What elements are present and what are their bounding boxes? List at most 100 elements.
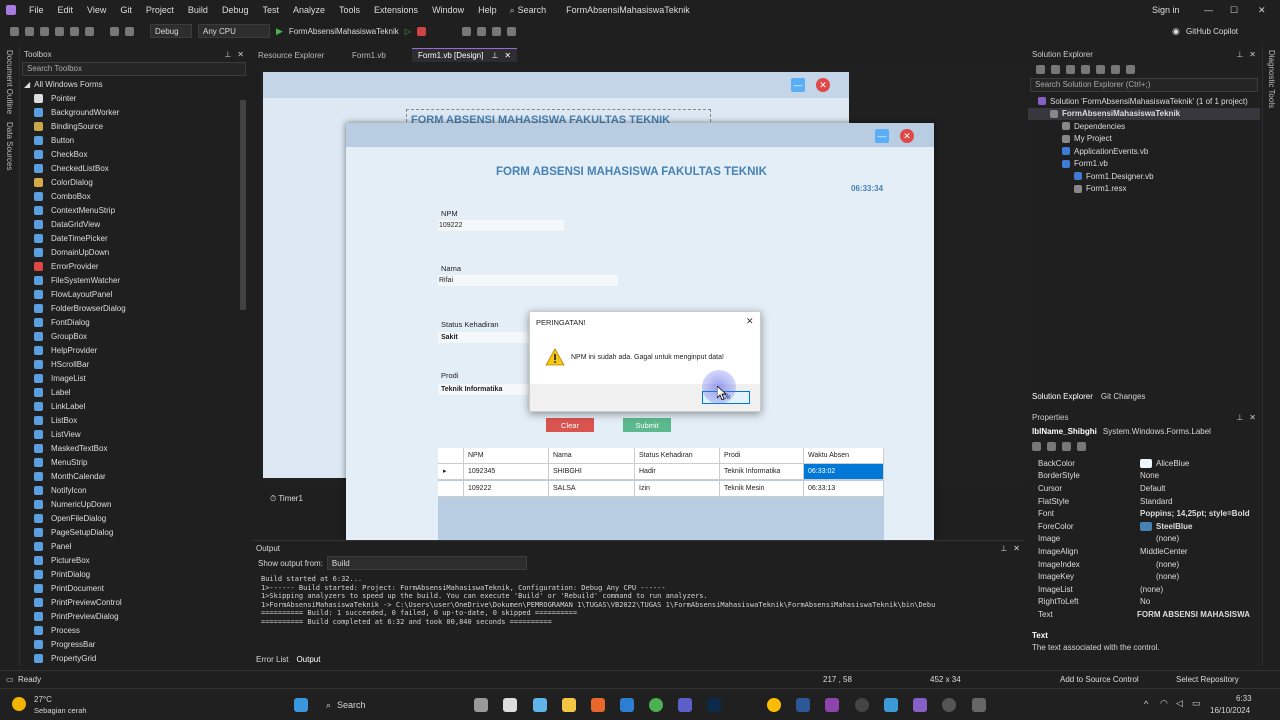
app-icon[interactable] (825, 698, 839, 712)
toolbox-item-linklabel[interactable]: LinkLabel (20, 399, 248, 413)
wifi-icon[interactable]: ◠ (1160, 698, 1168, 709)
pin-icon[interactable]: ⊥ (1236, 50, 1243, 59)
pin-icon[interactable]: ⊥ (1236, 413, 1243, 422)
close-icon[interactable]: ✕ (1249, 413, 1256, 422)
battery-icon[interactable]: ▭ (1192, 698, 1201, 709)
property-row[interactable]: Image (none) (1038, 533, 1250, 546)
home-icon[interactable] (1036, 64, 1045, 74)
visual-studio-icon[interactable] (913, 698, 927, 712)
grid-cell[interactable]: SALSA (549, 481, 635, 497)
dialog-close-icon[interactable]: ✕ (746, 316, 754, 327)
submit-button[interactable]: Submit (623, 418, 671, 432)
properties-icon[interactable] (1062, 441, 1071, 451)
copilot-icon[interactable] (533, 698, 547, 712)
toolbox-search-input[interactable]: Search Toolbox (22, 62, 246, 76)
spacing-icon[interactable] (491, 26, 501, 36)
menu-item-edit[interactable]: Edit (51, 5, 81, 15)
tab-form1-vb[interactable]: Form1.vb (346, 48, 392, 62)
tab-output[interactable]: Output (296, 655, 320, 664)
close-icon[interactable]: ✕ (1258, 5, 1266, 16)
toolbox-item-helpprovider[interactable]: HelpProvider (20, 343, 248, 357)
solution-item[interactable]: Form1.resx (1028, 183, 1260, 196)
property-row[interactable]: ForeColor SteelBlue (1038, 520, 1250, 533)
property-row[interactable]: RightToLeft No (1038, 596, 1250, 609)
tab-solution-explorer[interactable]: Solution Explorer (1032, 392, 1093, 401)
tray-chevron-icon[interactable]: ^ (1144, 699, 1148, 709)
toolbox-item-datagridview[interactable]: DataGridView (20, 217, 248, 231)
undo-icon[interactable] (110, 26, 119, 36)
recorder-icon[interactable] (942, 698, 956, 712)
save-icon[interactable] (70, 26, 79, 36)
chrome-icon[interactable] (649, 698, 663, 712)
center-icon[interactable] (506, 26, 516, 36)
solution-item[interactable]: Solution 'FormAbsensiMahasiswaTeknik' (1… (1028, 95, 1260, 108)
notepad-icon[interactable] (884, 698, 898, 712)
clock-date[interactable]: 16/10/2024 (1210, 706, 1250, 715)
toolbox-item-label[interactable]: Label (20, 385, 248, 399)
toolbox-item-hscrollbar[interactable]: HScrollBar (20, 357, 248, 371)
toolbox-item-folderbrowserdialog[interactable]: FolderBrowserDialog (20, 301, 248, 315)
toolbox-item-propertygrid[interactable]: PropertyGrid (20, 651, 248, 665)
toolbox-item-checkbox[interactable]: CheckBox (20, 147, 248, 161)
show-all-icon[interactable] (1096, 64, 1105, 74)
select-repository-button[interactable]: Select Repository (1176, 675, 1239, 684)
redo-icon[interactable] (125, 26, 134, 36)
solution-item[interactable]: FormAbsensiMahasiswaTeknik (1028, 107, 1260, 120)
close-icon[interactable]: ✕ (816, 78, 830, 92)
toolbox-item-bindingsource[interactable]: BindingSource (20, 119, 248, 133)
obs-icon[interactable] (855, 698, 869, 712)
status-select[interactable]: Sakit (438, 332, 530, 343)
mail-icon[interactable] (620, 698, 634, 712)
volume-icon[interactable]: ◁ (1176, 698, 1183, 709)
back-icon[interactable] (10, 26, 19, 36)
copilot-button[interactable]: GitHub Copilot (1186, 27, 1238, 36)
menu-item-extensions[interactable]: Extensions (367, 5, 425, 15)
toolbox-item-notifyicon[interactable]: NotifyIcon (20, 483, 248, 497)
close-icon[interactable]: ✕ (1013, 544, 1020, 553)
grid-cell[interactable]: Izin (635, 481, 720, 497)
new-file-icon[interactable] (40, 26, 49, 36)
minimize-icon[interactable]: — (791, 78, 805, 92)
object-selector[interactable]: lblName_Shibghi System.Windows.Forms.Lab… (1028, 424, 1260, 438)
menu-item-test[interactable]: Test (255, 5, 286, 15)
pin-icon[interactable]: ⊥ (491, 51, 498, 60)
menu-item-analyze[interactable]: Analyze (286, 5, 332, 15)
hot-reload-icon[interactable] (416, 26, 426, 36)
grid-column-header[interactable]: Nama (549, 448, 635, 464)
toolbox-item-contextmenustrip[interactable]: ContextMenuStrip (20, 203, 248, 217)
toolbox-item-numericupdown[interactable]: NumericUpDown (20, 497, 248, 511)
events-icon[interactable] (1077, 441, 1086, 451)
search-icon[interactable]: ⌕ (510, 5, 515, 16)
toolbox-item-printpreviewdialog[interactable]: PrintPreviewDialog (20, 609, 248, 623)
widgets-icon[interactable] (503, 698, 517, 712)
property-row[interactable]: ImageIndex (none) (1038, 558, 1250, 571)
toolbox-item-printpreviewcontrol[interactable]: PrintPreviewControl (20, 595, 248, 609)
toolbox-item-listbox[interactable]: ListBox (20, 413, 248, 427)
npm-input[interactable]: 109222 (438, 220, 564, 231)
app-window-icon[interactable] (972, 698, 986, 712)
toolbox-item-printdocument[interactable]: PrintDocument (20, 581, 248, 595)
menu-item-git[interactable]: Git (113, 5, 139, 15)
chrome-alt-icon[interactable] (767, 698, 781, 712)
save-all-icon[interactable] (85, 26, 94, 36)
toolbox-item-pagesetupdialog[interactable]: PageSetupDialog (20, 525, 248, 539)
toolbox-item-monthcalendar[interactable]: MonthCalendar (20, 469, 248, 483)
toolbox-item-button[interactable]: Button (20, 133, 248, 147)
photoshop-icon[interactable] (707, 698, 721, 712)
prodi-select[interactable]: Teknik Informatika (438, 384, 530, 395)
toolbox-item-process[interactable]: Process (20, 623, 248, 637)
platform-dropdown[interactable]: Any CPU (198, 24, 270, 38)
grid-cell[interactable]: Teknik Informatika (720, 464, 804, 480)
teams-icon[interactable] (678, 698, 692, 712)
property-row[interactable]: ImageAlign MiddleCenter (1038, 545, 1250, 558)
output-source-dropdown[interactable]: Build (326, 556, 527, 570)
menu-item-debug[interactable]: Debug (215, 5, 256, 15)
grid-cell[interactable]: SHIBGHI (549, 464, 635, 480)
tab-error-list[interactable]: Error List (256, 655, 288, 664)
toolbox-item-imagelist[interactable]: ImageList (20, 371, 248, 385)
toolbox-item-filesystemwatcher[interactable]: FileSystemWatcher (20, 273, 248, 287)
sign-in-button[interactable]: Sign in (1152, 5, 1180, 15)
toolbox-item-errorprovider[interactable]: ErrorProvider (20, 259, 248, 273)
grid-cell[interactable]: 06:33:02 (804, 464, 884, 480)
layout-icon[interactable] (461, 26, 471, 36)
